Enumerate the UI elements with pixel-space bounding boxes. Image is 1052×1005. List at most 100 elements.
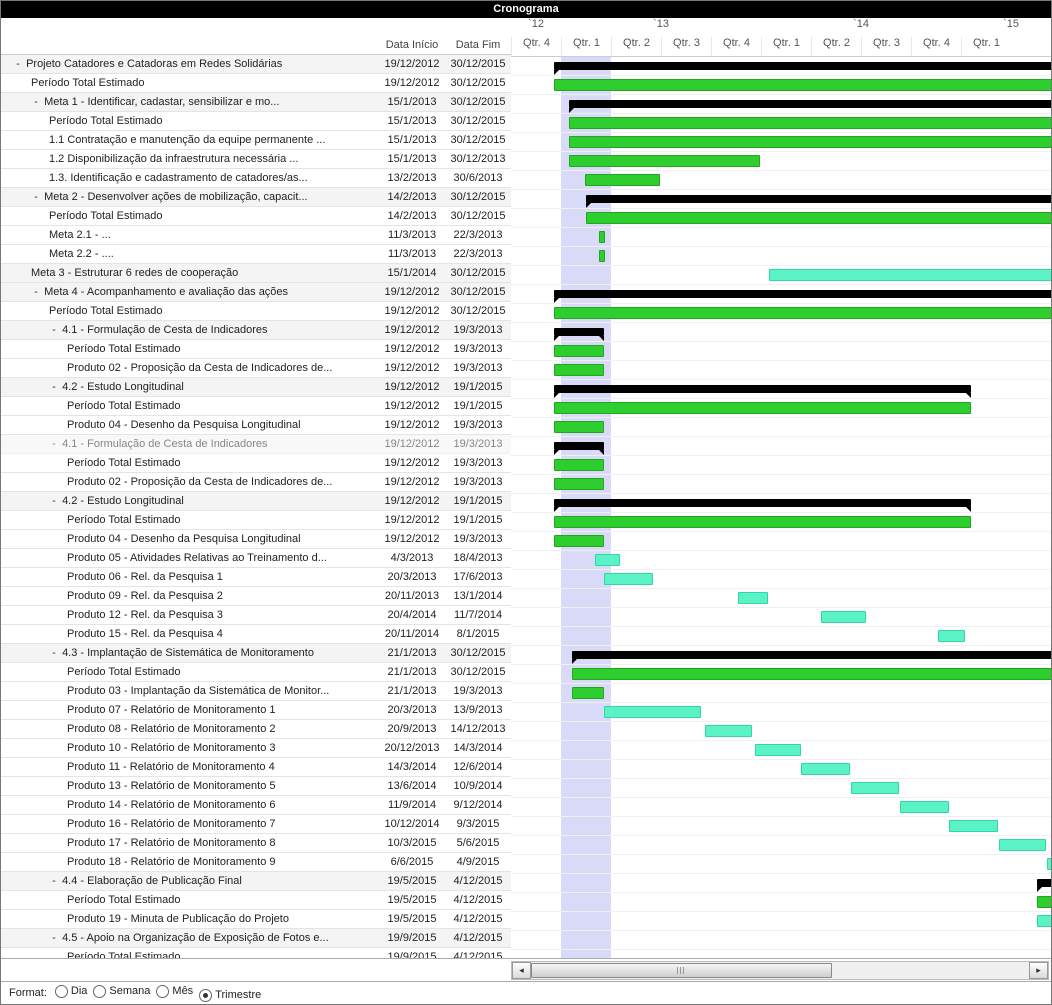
gantt-bar[interactable]: [755, 744, 801, 756]
table-row[interactable]: Produto 04 - Desenho da Pesquisa Longitu…: [1, 530, 511, 549]
gantt-bar[interactable]: [572, 651, 1051, 659]
gantt-bar[interactable]: [586, 195, 1051, 203]
table-row[interactable]: Produto 10 - Relatório de Monitoramento …: [1, 739, 511, 758]
format-radio-mês[interactable]: Mês: [156, 985, 193, 998]
gantt-bar[interactable]: [604, 573, 653, 585]
gantt-bar[interactable]: [586, 212, 1051, 224]
table-row[interactable]: Período Total Estimado19/12/201219/1/201…: [1, 511, 511, 530]
toggle-icon[interactable]: -: [31, 96, 41, 108]
gantt-bar[interactable]: [572, 668, 1051, 680]
gantt-bar[interactable]: [604, 706, 701, 718]
table-row[interactable]: Período Total Estimado19/9/20154/12/2015: [1, 948, 511, 958]
table-row[interactable]: Período Total Estimado19/12/201230/12/20…: [1, 74, 511, 93]
gantt-bar[interactable]: [554, 516, 971, 528]
gantt-bar[interactable]: [554, 499, 971, 507]
table-row[interactable]: Produto 17 - Relatório de Monitoramento …: [1, 834, 511, 853]
table-row[interactable]: - 4.2 - Estudo Longitudinal19/12/201219/…: [1, 378, 511, 397]
table-row[interactable]: Produto 06 - Rel. da Pesquisa 120/3/2013…: [1, 568, 511, 587]
gantt-bar[interactable]: [554, 62, 1051, 70]
gantt-bar[interactable]: [554, 385, 971, 393]
gantt-bar[interactable]: [1037, 879, 1051, 887]
table-row[interactable]: - 4.5 - Apoio na Organização de Exposiçã…: [1, 929, 511, 948]
toggle-icon[interactable]: -: [49, 324, 59, 336]
table-row[interactable]: Período Total Estimado19/12/201219/1/201…: [1, 397, 511, 416]
table-row[interactable]: Meta 2.1 - ...11/3/201322/3/2013: [1, 226, 511, 245]
toggle-icon[interactable]: -: [49, 647, 59, 659]
gantt-bar[interactable]: [599, 231, 605, 243]
gantt-bar[interactable]: [595, 554, 620, 566]
gantt-bar[interactable]: [821, 611, 866, 623]
gantt-bar[interactable]: [801, 763, 850, 775]
table-row[interactable]: - 4.2 - Estudo Longitudinal19/12/201219/…: [1, 492, 511, 511]
gantt-bar[interactable]: [705, 725, 752, 737]
table-row[interactable]: Produto 12 - Rel. da Pesquisa 320/4/2014…: [1, 606, 511, 625]
gantt-bar[interactable]: [851, 782, 900, 794]
table-row[interactable]: 1.2 Disponibilização da infraestrutura n…: [1, 150, 511, 169]
gantt-bar[interactable]: [554, 345, 603, 357]
gantt-bar[interactable]: [554, 442, 603, 450]
gantt-bar[interactable]: [554, 307, 1051, 319]
table-row[interactable]: Meta 3 - Estruturar 6 redes de cooperaçã…: [1, 264, 511, 283]
table-row[interactable]: Período Total Estimado19/5/20154/12/2015: [1, 891, 511, 910]
gantt-bar[interactable]: [569, 100, 1051, 108]
table-row[interactable]: Produto 02 - Proposição da Cesta de Indi…: [1, 359, 511, 378]
table-row[interactable]: Produto 15 - Rel. da Pesquisa 420/11/201…: [1, 625, 511, 644]
gantt-bar[interactable]: [569, 117, 1051, 129]
table-row[interactable]: Produto 07 - Relatório de Monitoramento …: [1, 701, 511, 720]
table-row[interactable]: Produto 09 - Rel. da Pesquisa 220/11/201…: [1, 587, 511, 606]
table-row[interactable]: Produto 02 - Proposição da Cesta de Indi…: [1, 473, 511, 492]
gantt-bar[interactable]: [569, 155, 760, 167]
scroll-left-button[interactable]: ◂: [512, 962, 531, 979]
table-row[interactable]: Período Total Estimado21/1/201330/12/201…: [1, 663, 511, 682]
gantt-bar[interactable]: [949, 820, 998, 832]
table-row[interactable]: Produto 13 - Relatório de Monitoramento …: [1, 777, 511, 796]
gantt-bar[interactable]: [569, 136, 1051, 148]
table-row[interactable]: Período Total Estimado19/12/201219/3/201…: [1, 340, 511, 359]
gantt-bar[interactable]: [1037, 896, 1051, 908]
gantt-bar[interactable]: [938, 630, 965, 642]
timeline-body[interactable]: [511, 57, 1051, 958]
table-row[interactable]: - 4.1 - Formulação de Cesta de Indicador…: [1, 321, 511, 340]
format-radio-trimestre[interactable]: Trimestre: [199, 989, 261, 1002]
gantt-bar[interactable]: [554, 478, 603, 490]
table-row[interactable]: Produto 04 - Desenho da Pesquisa Longitu…: [1, 416, 511, 435]
table-row[interactable]: Produto 03 - Implantação da Sistemática …: [1, 682, 511, 701]
table-row[interactable]: Produto 18 - Relatório de Monitoramento …: [1, 853, 511, 872]
table-row[interactable]: - Meta 1 - Identificar, cadastar, sensib…: [1, 93, 511, 112]
timeline-hscroll[interactable]: ◂ ▸: [511, 961, 1049, 980]
format-radio-semana[interactable]: Semana: [93, 985, 150, 998]
table-row[interactable]: Produto 16 - Relatório de Monitoramento …: [1, 815, 511, 834]
table-row[interactable]: 1.1 Contratação e manutenção da equipe p…: [1, 131, 511, 150]
toggle-icon[interactable]: -: [49, 495, 59, 507]
table-row[interactable]: - Meta 4 - Acompanhamento e avaliação da…: [1, 283, 511, 302]
gantt-bar[interactable]: [1037, 915, 1051, 927]
table-row[interactable]: - Meta 2 - Desenvolver ações de mobiliza…: [1, 188, 511, 207]
table-row[interactable]: - Projeto Catadores e Catadoras em Redes…: [1, 55, 511, 74]
table-row[interactable]: - 4.1 - Formulação de Cesta de Indicador…: [1, 435, 511, 454]
gantt-bar[interactable]: [769, 269, 1051, 281]
gantt-bar[interactable]: [554, 290, 1051, 298]
toggle-icon[interactable]: -: [49, 875, 59, 887]
gantt-bar[interactable]: [554, 328, 603, 336]
table-row[interactable]: Produto 11 - Relatório de Monitoramento …: [1, 758, 511, 777]
gantt-bar[interactable]: [554, 402, 971, 414]
table-row[interactable]: Período Total Estimado14/2/201330/12/201…: [1, 207, 511, 226]
gantt-bar[interactable]: [554, 535, 603, 547]
scroll-right-button[interactable]: ▸: [1029, 962, 1048, 979]
toggle-icon[interactable]: -: [31, 286, 41, 298]
table-row[interactable]: Período Total Estimado19/12/201219/3/201…: [1, 454, 511, 473]
scroll-thumb[interactable]: [531, 963, 832, 978]
gantt-bar[interactable]: [554, 421, 603, 433]
table-row[interactable]: Meta 2.2 - ....11/3/201322/3/2013: [1, 245, 511, 264]
toggle-icon[interactable]: -: [31, 191, 41, 203]
toggle-icon[interactable]: -: [49, 932, 59, 944]
gantt-bar[interactable]: [554, 79, 1051, 91]
gantt-bar[interactable]: [738, 592, 768, 604]
table-row[interactable]: Produto 08 - Relatório de Monitoramento …: [1, 720, 511, 739]
toggle-icon[interactable]: -: [13, 58, 23, 70]
toggle-icon[interactable]: -: [49, 438, 59, 450]
gantt-bar[interactable]: [900, 801, 949, 813]
gantt-bar[interactable]: [554, 459, 603, 471]
table-row[interactable]: - 4.4 - Elaboração de Publicação Final19…: [1, 872, 511, 891]
table-row[interactable]: - 4.3 - Implantação de Sistemática de Mo…: [1, 644, 511, 663]
